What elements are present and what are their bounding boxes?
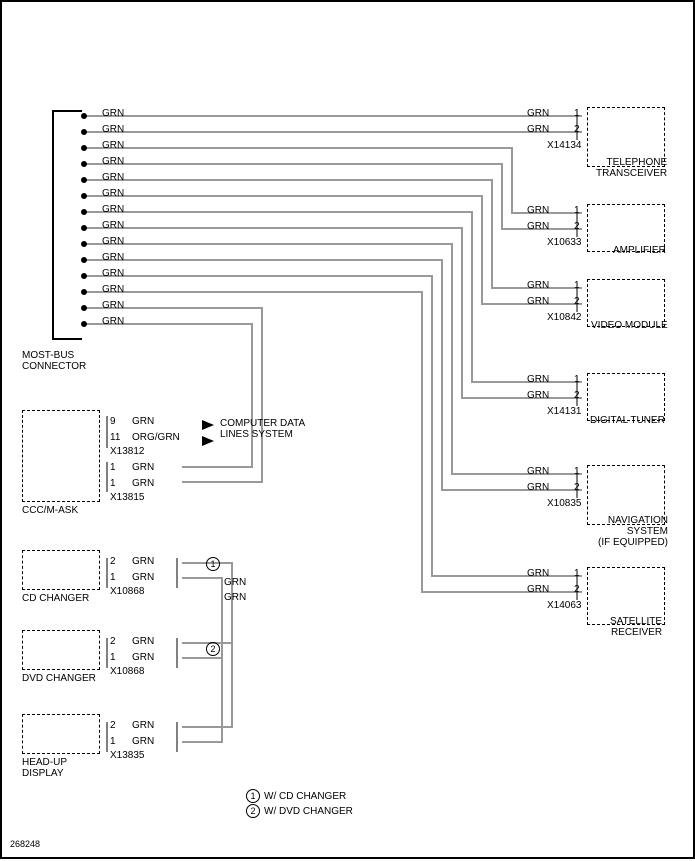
- module-label: SATELLITE RECEIVER: [610, 616, 662, 638]
- pin-color: GRN: [132, 462, 154, 473]
- pin-number: 2: [574, 584, 580, 595]
- note-2: W/ DVD CHANGER: [264, 806, 353, 817]
- connector-id: X10842: [547, 312, 581, 323]
- wire-color: GRN: [102, 108, 124, 119]
- wire-color: GRN: [102, 236, 124, 247]
- pin-color: GRN: [527, 205, 549, 216]
- figure-number: 268248: [10, 840, 40, 850]
- pin-number: 1: [110, 652, 116, 663]
- connector-id: X10835: [547, 498, 581, 509]
- connector-id: X10868: [110, 586, 144, 597]
- pin-number: 2: [574, 390, 580, 401]
- dvd-changer-label: DVD CHANGER: [22, 673, 96, 684]
- connector-id: X13812: [110, 446, 144, 457]
- module-cd-changer: [22, 550, 100, 590]
- mid-color: GRN: [224, 577, 246, 588]
- pin-number: 1: [110, 736, 116, 747]
- wiring-diagram: MOST-BUS CONNECTOR: [0, 0, 695, 859]
- connector-id: X14063: [547, 600, 581, 611]
- pin-color: GRN: [527, 221, 549, 232]
- pin-color: GRN: [132, 636, 154, 647]
- wire-color: GRN: [102, 300, 124, 311]
- pin-number: 2: [574, 221, 580, 232]
- module-head-up-display: [22, 714, 100, 754]
- wire-color: GRN: [102, 316, 124, 327]
- wire-color: GRN: [102, 204, 124, 215]
- ref-2-icon: 2: [206, 642, 220, 656]
- module-dvd-changer: [22, 630, 100, 670]
- module-label: NAVIGATION SYSTEM (IF EQUIPPED): [598, 515, 668, 548]
- pin-color: GRN: [132, 736, 154, 747]
- pin-number: 1: [574, 108, 580, 119]
- pin-color: GRN: [527, 568, 549, 579]
- module-label: AMPLIFIER: [613, 245, 666, 256]
- pin-number: 1: [110, 572, 116, 583]
- pin-color: GRN: [527, 124, 549, 135]
- pin-color: GRN: [132, 478, 154, 489]
- pin-number: 2: [574, 296, 580, 307]
- wire-color: GRN: [102, 268, 124, 279]
- pin-number: 1: [574, 568, 580, 579]
- pin-number: 1: [574, 466, 580, 477]
- connector-id: X13815: [110, 492, 144, 503]
- wire-color: GRN: [102, 220, 124, 231]
- module-label: VIDEO MODULE: [591, 320, 668, 331]
- pin-color: GRN: [527, 466, 549, 477]
- module-digital-tuner: [587, 373, 665, 421]
- pin-number: 2: [110, 636, 116, 647]
- pin-number: 1: [574, 280, 580, 291]
- head-up-display-label: HEAD-UP DISPLAY: [22, 757, 67, 779]
- connector-id: X10633: [547, 237, 581, 248]
- module-label: TELEPHONE TRANSCEIVER: [596, 157, 667, 179]
- cd-changer-label: CD CHANGER: [22, 593, 89, 604]
- pin-color: GRN: [527, 390, 549, 401]
- pin-color: GRN: [132, 652, 154, 663]
- pin-color: GRN: [132, 556, 154, 567]
- pin-number: 2: [574, 482, 580, 493]
- connector-id: X13835: [110, 750, 144, 761]
- pin-number: 2: [110, 720, 116, 731]
- wire-color: GRN: [102, 172, 124, 183]
- pin-color: GRN: [527, 482, 549, 493]
- pin-color: ORG/GRN: [132, 432, 180, 443]
- wire-color: GRN: [102, 252, 124, 263]
- ref-1-icon: 1: [246, 789, 260, 803]
- computer-data-lines-label: COMPUTER DATA LINES SYSTEM: [220, 418, 305, 440]
- ref-1-icon: 1: [206, 557, 220, 571]
- wire-color: GRN: [102, 156, 124, 167]
- pin-number: 1: [110, 478, 116, 489]
- wire-color: GRN: [102, 140, 124, 151]
- wire-color: GRN: [102, 284, 124, 295]
- module-ccc-mask: [22, 410, 100, 502]
- pin-color: GRN: [527, 280, 549, 291]
- note-1: W/ CD CHANGER: [264, 791, 346, 802]
- pin-number: 9: [110, 416, 116, 427]
- ref-2-icon: 2: [246, 804, 260, 818]
- pin-color: GRN: [132, 572, 154, 583]
- pin-number: 1: [574, 205, 580, 216]
- connector-id: X10868: [110, 666, 144, 677]
- mid-color: GRN: [224, 592, 246, 603]
- pin-number: 11: [110, 432, 120, 443]
- connector-id: X14134: [547, 140, 581, 151]
- pin-number: 2: [574, 124, 580, 135]
- pin-number: 1: [574, 374, 580, 385]
- pin-color: GRN: [132, 416, 154, 427]
- pin-number: 1: [110, 462, 116, 473]
- pin-color: GRN: [527, 374, 549, 385]
- module-label: DIGITAL TUNER: [590, 415, 665, 426]
- pin-color: GRN: [527, 296, 549, 307]
- pin-color: GRN: [527, 584, 549, 595]
- wire-color: GRN: [102, 188, 124, 199]
- pin-color: GRN: [132, 720, 154, 731]
- connector-id: X14131: [547, 406, 581, 417]
- pin-color: GRN: [527, 108, 549, 119]
- pin-number: 2: [110, 556, 116, 567]
- ccc-mask-label: CCC/M-ASK: [22, 505, 78, 516]
- wire-color: GRN: [102, 124, 124, 135]
